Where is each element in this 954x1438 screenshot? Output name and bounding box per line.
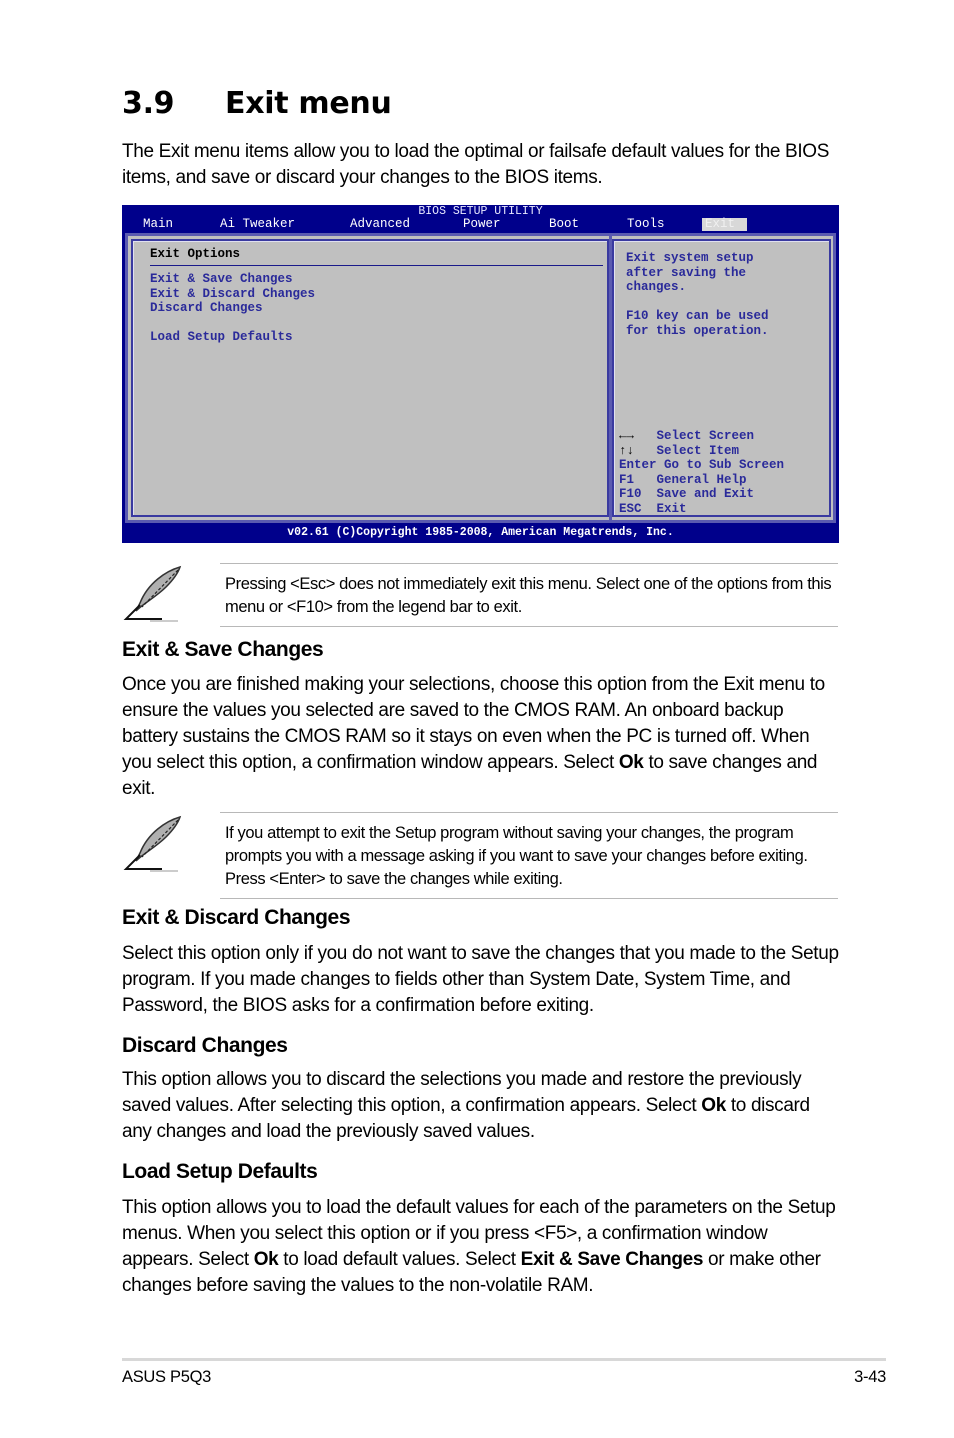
legend-f10: F10 Save and Exit: [619, 487, 754, 502]
legend-key: F1: [619, 472, 635, 487]
legend-key: F10: [619, 487, 642, 501]
section-number: 3.9: [122, 86, 175, 121]
legend-key: Enter: [619, 458, 657, 472]
help-line: F10 key can be used: [626, 309, 769, 323]
note-rule-top: [220, 812, 838, 813]
section-title-text: Exit menu: [225, 86, 392, 121]
bios-tab-tools[interactable]: Tools: [627, 218, 665, 231]
bios-item-discard[interactable]: Discard Changes: [150, 301, 263, 316]
bios-copyright: v02.61 (C)Copyright 1985-2008, American …: [287, 526, 674, 539]
footer-page-number: 3-43: [854, 1368, 886, 1386]
bios-body: Exit Options Exit & Save Changes Exit & …: [125, 233, 836, 523]
bios-item-exit-save[interactable]: Exit & Save Changes: [150, 272, 293, 287]
subsection-title: Exit & Save Changes: [122, 638, 324, 661]
subsection-body: This option allows you to discard the se…: [122, 1069, 810, 1142]
help-line: for this operation.: [626, 323, 769, 338]
note-rule-top: [220, 563, 838, 564]
subsection-title: Discard Changes: [122, 1034, 288, 1057]
bios-tab-exit[interactable]: Exit: [702, 217, 748, 231]
legend-action: Exit: [656, 501, 687, 516]
legend-key: ESC: [619, 501, 642, 516]
bios-tab-boot[interactable]: Boot: [549, 218, 579, 231]
note-text: If you attempt to exit the Setup program…: [225, 824, 808, 888]
help-line: Exit system setup: [626, 251, 754, 265]
bios-options-panel: Exit Options Exit & Save Changes Exit & …: [131, 239, 609, 517]
bios-tab-advanced[interactable]: Advanced: [350, 218, 410, 231]
section-title: 3.9 Exit menu: [122, 86, 392, 121]
up-down-arrows-icon: ↑↓: [619, 443, 635, 458]
bios-tab-exit-label: Exit: [705, 217, 736, 231]
subsection-body: Once you are finished making your select…: [122, 674, 825, 799]
bios-tab-ai-tweaker[interactable]: Ai Tweaker: [220, 218, 295, 231]
footer-product: ASUS P5Q3: [122, 1368, 212, 1386]
left-right-arrows-icon: ←→: [619, 429, 635, 443]
bios-item-load-defaults[interactable]: Load Setup Defaults: [150, 330, 293, 345]
bios-heading-rule: [150, 265, 603, 266]
feather-note-icon: [122, 813, 186, 877]
bios-tab-bar: Main Ai Tweaker Advanced Power Boot Tool…: [122, 218, 839, 231]
legend-action: Go to Sub Screen: [664, 458, 785, 472]
note-rule-bottom: [220, 898, 838, 899]
legend-action: General Help: [656, 472, 747, 487]
subsection-title: Load Setup Defaults: [122, 1160, 318, 1183]
subsection-title: Exit & Discard Changes: [122, 906, 351, 929]
bios-tab-power[interactable]: Power: [463, 218, 501, 231]
legend-f1: F1 General Help: [619, 473, 747, 488]
bios-item-exit-discard[interactable]: Exit & Discard Changes: [150, 287, 315, 302]
legend-select-item: ↑↓ Select Item: [619, 444, 739, 459]
legend-enter: Enter Go to Sub Screen: [619, 458, 784, 473]
feather-note-icon: [122, 563, 186, 627]
help-line: changes.: [626, 280, 687, 294]
bios-tab-main[interactable]: Main: [143, 218, 173, 231]
legend-action: Select Screen: [656, 429, 755, 443]
legend-action: Select Item: [656, 443, 740, 458]
bios-screenshot: BIOS SETUP UTILITY Main Ai Tweaker Advan…: [122, 205, 839, 543]
intro-paragraph: The Exit menu items allow you to load th…: [122, 141, 830, 188]
bios-help-panel: Exit system setup after saving the chang…: [612, 239, 831, 517]
footer-rule: [122, 1358, 886, 1361]
help-line: after saving the: [626, 265, 747, 280]
legend-action: Save and Exit: [656, 487, 755, 501]
legend-select-screen: ←→ Select Screen: [619, 429, 754, 444]
note-text: Pressing <Esc> does not immediately exit…: [225, 575, 832, 616]
subsection-body: This option allows you to load the defau…: [122, 1197, 836, 1296]
subsection-body: Select this option only if you do not wa…: [122, 943, 839, 1016]
note-rule-bottom: [220, 626, 838, 627]
bios-panel-heading: Exit Options: [150, 247, 241, 261]
legend-esc: ESC Exit: [619, 502, 687, 517]
